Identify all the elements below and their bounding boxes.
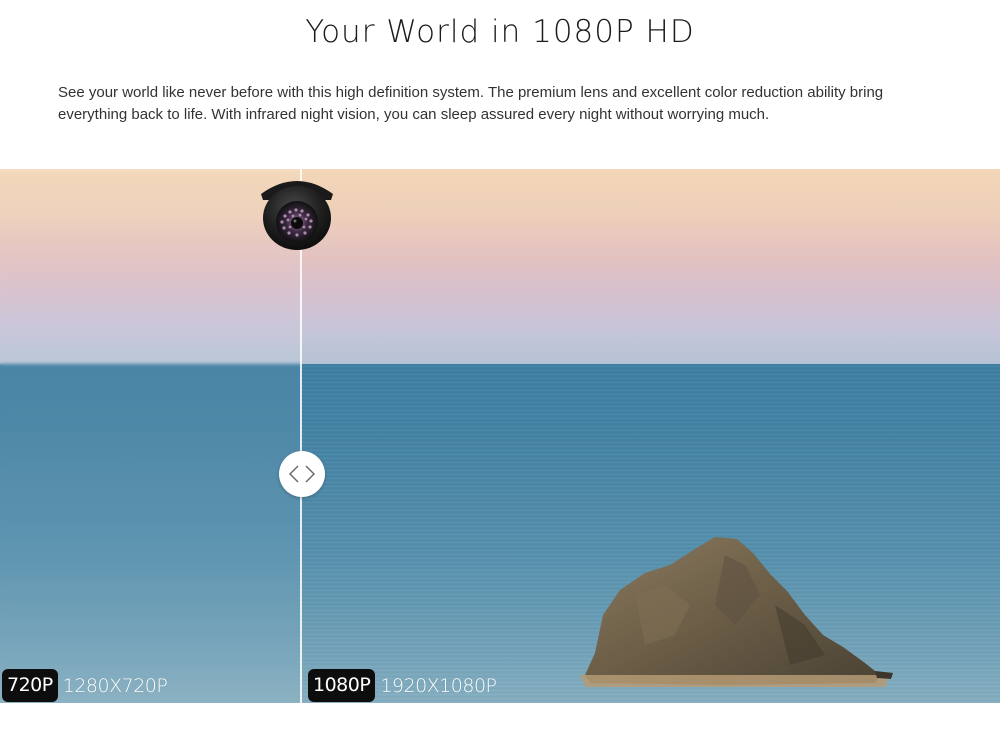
resolution-badge-1080p: 1080P	[308, 669, 376, 702]
resolution-text-1080p: 1920X1080P	[380, 674, 497, 697]
page-title: Your World in 1080P HD	[305, 14, 695, 50]
left-resolution-label: 720P 1280X720P	[2, 669, 168, 702]
comparison-image	[0, 169, 1000, 703]
comparison-slider-handle[interactable]	[279, 451, 325, 497]
right-resolution-label: 1080P 1920X1080P	[308, 669, 497, 702]
left-resolution-overlay	[0, 169, 301, 703]
sea-rock	[580, 537, 893, 687]
description-text: See your world like never before with th…	[58, 84, 884, 123]
dome-camera-icon	[261, 181, 333, 250]
resolution-text-720p: 1280X720P	[62, 674, 168, 697]
page: Your World in 1080P HD See your world li…	[0, 0, 1000, 741]
left-right-arrows-icon	[289, 465, 315, 483]
resolution-badge-720p: 720P	[2, 669, 58, 702]
